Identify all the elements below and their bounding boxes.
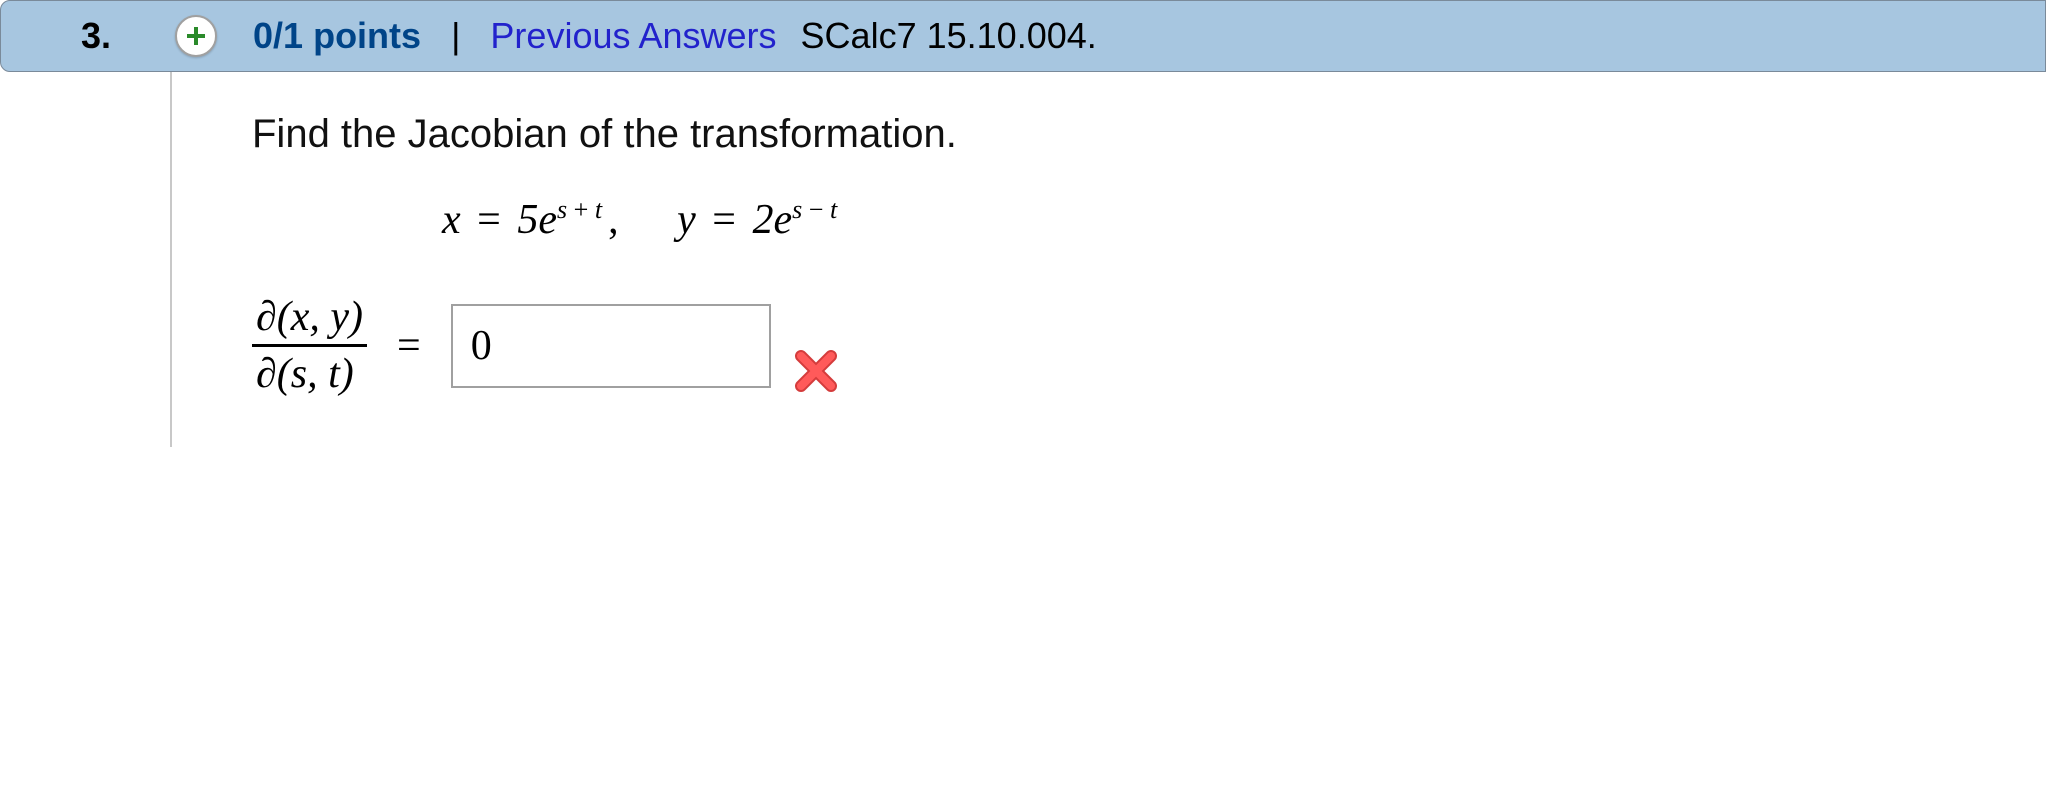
equation-x-coef: 5 [517,197,538,243]
equation-y-exponent: s − t [792,195,837,224]
question-prompt: Find the Jacobian of the transformation. [252,112,2046,157]
points-text: 0/1 points [253,15,421,57]
equation-x-exponent: s + t [557,195,602,224]
transformation-equations: x = 5es + t, y = 2es − t [442,195,2046,244]
question-container: 3. 0/1 points | Previous Answers SCalc7 … [0,0,2046,447]
jacobian-denominator: ∂(s, t) [252,347,358,397]
jacobian-numerator: ∂(x, y) [252,294,367,347]
question-number: 3. [81,15,111,57]
equals-sign: = [387,322,431,370]
jacobian-fraction: ∂(x, y) ∂(s, t) [252,294,367,397]
equation-y-coef: 2 [752,197,773,243]
question-body: Find the Jacobian of the transformation.… [170,72,2046,447]
header-divider: | [451,15,460,57]
plus-icon [185,25,207,47]
previous-answers-link[interactable]: Previous Answers [490,15,776,57]
answer-input[interactable] [451,304,771,388]
answer-row: ∂(x, y) ∂(s, t) = [252,294,2046,397]
question-header: 3. 0/1 points | Previous Answers SCalc7 … [0,0,2046,72]
expand-button[interactable] [175,15,217,57]
equation-y-var: y [677,197,696,243]
incorrect-icon [791,346,841,396]
equation-x-var: x [442,197,461,243]
textbook-source: SCalc7 15.10.004. [801,15,1097,57]
answer-mark [791,346,841,407]
